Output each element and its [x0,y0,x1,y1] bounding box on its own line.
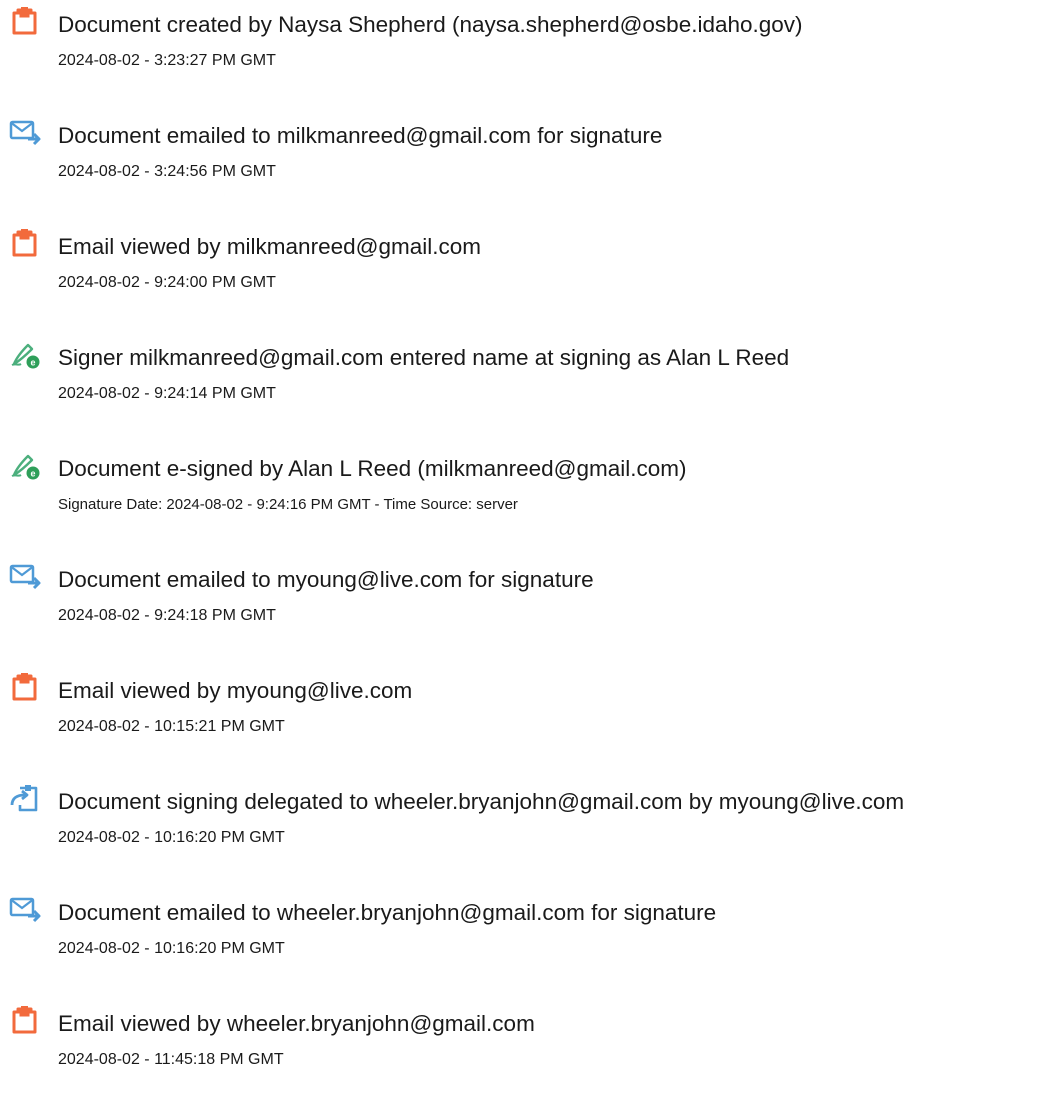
event-title: Document emailed to myoung@live.com for … [58,567,594,592]
audit-event: Email viewed by milkmanreed@gmail.com 20… [0,222,1060,322]
email-sent-icon [8,559,42,593]
audit-event: Email viewed by wheeler.bryanjohn@gmail.… [0,999,1060,1099]
document-icon [8,226,42,260]
event-title: Email viewed by wheeler.bryanjohn@gmail.… [58,1011,535,1036]
event-title: Signer milkmanreed@gmail.com entered nam… [58,345,790,370]
audit-event: Document emailed to milkmanreed@gmail.co… [0,111,1060,211]
audit-event: e Signer milkmanreed@gmail.com entered n… [0,333,1060,433]
audit-event: Document emailed to wheeler.bryanjohn@gm… [0,888,1060,988]
event-title: Document signing delegated to wheeler.br… [58,789,905,814]
event-timestamp: 2024-08-02 - 9:24:00 PM GMT [58,274,276,291]
event-timestamp: 2024-08-02 - 9:24:14 PM GMT [58,385,276,402]
event-timestamp: 2024-08-02 - 10:15:21 PM GMT [58,718,285,735]
event-title: Email viewed by milkmanreed@gmail.com [58,234,481,259]
event-signature-date: Signature Date: 2024-08-02 - 9:24:16 PM … [58,496,518,513]
audit-event: Document created by Naysa Shepherd (nays… [0,0,1060,100]
audit-event: Document emailed to myoung@live.com for … [0,555,1060,655]
document-icon [8,670,42,704]
event-title: Document emailed to wheeler.bryanjohn@gm… [58,900,717,925]
event-title: Document e-signed by Alan L Reed (milkma… [58,456,687,481]
email-sent-icon [8,892,42,926]
email-sent-icon [8,115,42,149]
event-title: Document emailed to milkmanreed@gmail.co… [58,123,663,148]
esign-pen-icon: e [8,448,42,482]
document-icon [8,4,42,38]
event-timestamp: 2024-08-02 - 3:23:27 PM GMT [58,52,276,69]
audit-event: e Document e-signed by Alan L Reed (milk… [0,444,1060,544]
event-title: Email viewed by myoung@live.com [58,678,413,703]
svg-text:e: e [30,469,35,479]
audit-event: Document signing delegated to wheeler.br… [0,777,1060,877]
delegate-icon [8,781,42,815]
audit-event: Email viewed by myoung@live.com 2024-08-… [0,666,1060,766]
esign-pen-icon: e [8,337,42,371]
document-icon [8,1003,42,1037]
event-timestamp: 2024-08-02 - 3:24:56 PM GMT [58,163,276,180]
event-timestamp: 2024-08-02 - 10:16:20 PM GMT [58,940,285,957]
event-timestamp: 2024-08-02 - 10:16:20 PM GMT [58,829,285,846]
svg-text:e: e [30,358,35,368]
event-timestamp: 2024-08-02 - 11:45:18 PM GMT [58,1051,284,1068]
event-timestamp: 2024-08-02 - 9:24:18 PM GMT [58,607,276,624]
event-title: Document created by Naysa Shepherd (nays… [58,12,803,37]
